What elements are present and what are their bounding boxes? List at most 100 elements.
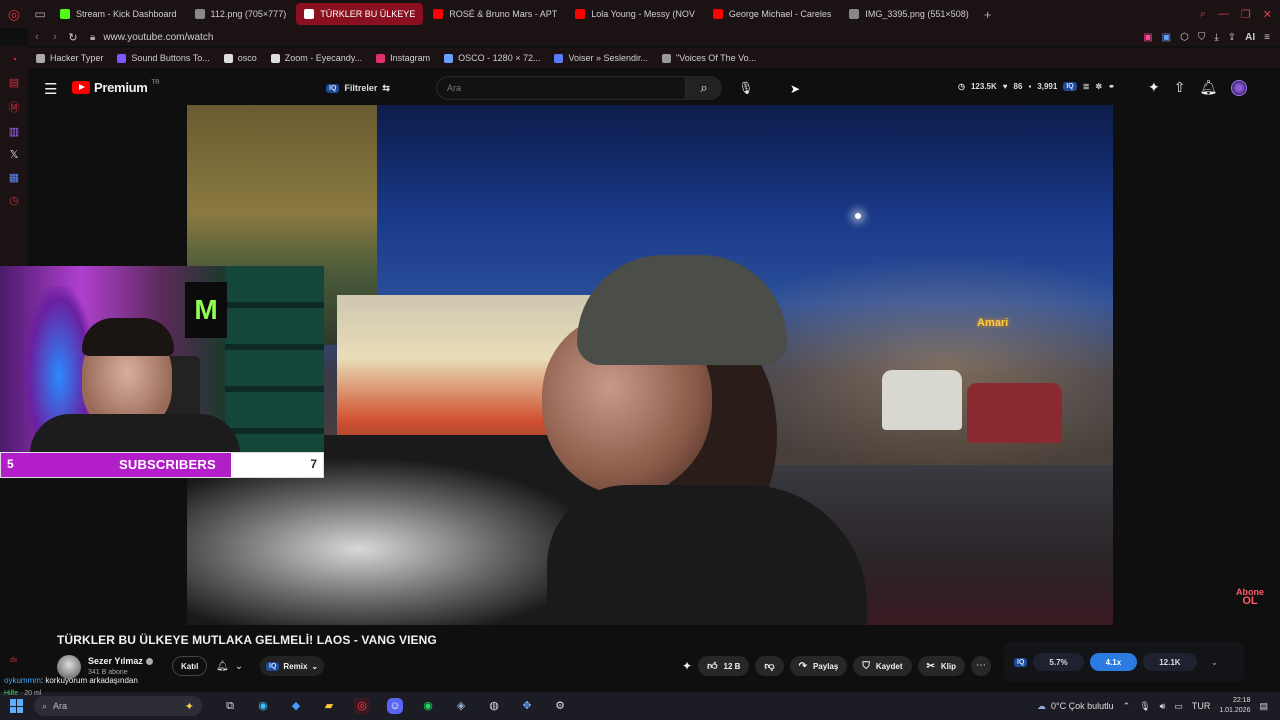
app-game-icon[interactable]: ✥ [519, 698, 535, 714]
tab-label: 112.png (705×777) [210, 9, 287, 19]
video-player[interactable]: Amari [187, 105, 1113, 625]
browser-tab[interactable]: TÜRKLER BU ÜLKEYE [296, 3, 424, 25]
url-field[interactable]: 🔒︎ www.youtube.com/watch [90, 32, 213, 43]
tab-islands-icon[interactable]: ▭ [28, 7, 52, 21]
speaker-icon[interactable]: 🔊︎ [1160, 701, 1166, 712]
bookmark-item[interactable]: Voiser » Seslendir... [554, 53, 648, 63]
channel-name[interactable]: Sezer Yılmaz [88, 656, 153, 666]
ai-button[interactable]: AI [1245, 32, 1255, 43]
bookmark-label: Voiser » Seslendir... [568, 53, 649, 63]
network-icon[interactable]: ▭ [1174, 701, 1183, 712]
remix-button[interactable]: IQ Remix ⌄ [260, 656, 325, 676]
forward-button[interactable]: › [46, 31, 64, 43]
weather-widget[interactable]: ☁ 0°C Çok bulutlu [1037, 701, 1114, 712]
notification-center-icon[interactable]: ▤ [1259, 701, 1268, 712]
bookmark-item[interactable]: Hacker Typer [36, 53, 103, 63]
more-actions-button[interactable]: ⋯ [971, 656, 992, 676]
bookmark-item[interactable]: Sound Buttons To... [117, 53, 210, 63]
browser-tab[interactable]: George Michael - Careles [705, 3, 840, 25]
back-button[interactable]: ‹ [28, 31, 46, 43]
clip-button[interactable]: ✂ Klip [917, 656, 966, 676]
aria-icon[interactable]: ◔ [11, 54, 18, 66]
windows-start-icon[interactable] [10, 699, 24, 713]
tab-label: Stream - Kick Dashboard [76, 9, 177, 19]
maximize-icon[interactable]: ❐ [1241, 8, 1251, 21]
history-icon[interactable]: ◷ [9, 194, 19, 207]
extension-blue-icon[interactable]: ▣ [1162, 32, 1171, 43]
share-icon[interactable]: ⇪ [1228, 32, 1236, 43]
bookmark-item[interactable]: OSCO - 1280 × 72... [444, 53, 540, 63]
steam-icon[interactable]: ◈ [453, 698, 469, 714]
bookmark-label: Instagram [390, 53, 431, 63]
upload-icon[interactable]: ⇧ [1174, 79, 1186, 96]
iq-panel-icon[interactable]: IQ [1014, 657, 1028, 667]
taskbar-search-input[interactable]: ⌕ Ara ✦ [34, 696, 202, 716]
browser-tab[interactable]: IMG_3395.png (551×508) [841, 3, 976, 25]
iq-small-icon[interactable]: IQ [1063, 82, 1077, 91]
search-input[interactable]: Ara [436, 76, 686, 100]
bookmark-item[interactable]: "Voices Of The Vo... [662, 53, 756, 63]
chat-tag: dx [10, 657, 18, 664]
clock[interactable]: 22:18 1.01.2026 [1219, 696, 1250, 716]
download-icon[interactable]: ⤓ [1214, 32, 1218, 43]
browser-tab[interactable]: 112.png (705×777) [187, 3, 295, 25]
youtube-logo[interactable]: Premium TR [72, 80, 160, 95]
subscription-bell-button[interactable]: 🔔︎ ⌄ [210, 656, 249, 676]
hamburger-menu-icon[interactable]: ☰ [44, 80, 57, 98]
reload-button[interactable]: ↻ [64, 31, 82, 44]
join-button[interactable]: Katıl [172, 656, 208, 676]
sparkle-create-icon[interactable]: ✦ [1148, 79, 1160, 96]
taskbar-apps: ⧉ ◉ ◆ ▰ ◎ ☺ ◉ ◈ ◍ ✥ ⚙ [222, 698, 568, 714]
search-button[interactable]: ⌕ [686, 76, 722, 100]
extension-pink-icon[interactable]: ▣ [1143, 32, 1152, 43]
sparkle-icon[interactable]: ✦ [682, 659, 692, 673]
save-button[interactable]: ⛉ Kaydet [853, 656, 912, 676]
bookmark-label: Hacker Typer [50, 53, 104, 63]
edge-icon[interactable]: ◉ [255, 698, 271, 714]
vk-icon[interactable]: ▦ [9, 171, 19, 184]
bug-icon[interactable]: ✲ [1095, 82, 1102, 91]
region-code: TR [151, 79, 160, 86]
link-icon[interactable]: ⚭ [1108, 82, 1115, 91]
filters-button[interactable]: IQ Filtreler ⇆ [320, 78, 396, 98]
search-tabs-icon[interactable]: ⌕ [1200, 8, 1206, 21]
music-icon[interactable]: Ⓜ [9, 99, 20, 115]
like-button[interactable]: 👍︎ 12 B [698, 656, 750, 676]
minimize-icon[interactable]: — [1218, 8, 1229, 21]
app-blue-icon[interactable]: ◆ [288, 698, 304, 714]
list-icon[interactable]: ≣ [1083, 82, 1090, 91]
subscribe-watermark[interactable]: Abone OL [1236, 588, 1264, 607]
twitch-icon[interactable]: ▥ [9, 125, 19, 138]
discord-icon[interactable]: ☺ [387, 698, 403, 714]
bookmark-item[interactable]: osco [223, 53, 257, 63]
settings-icon[interactable]: ⚙ [552, 698, 568, 714]
dislike-button[interactable]: 👎︎ [755, 656, 784, 676]
menu-icon[interactable]: ≡ [1264, 32, 1270, 43]
browser-tab[interactable]: Stream - Kick Dashboard [52, 3, 185, 25]
mic-tray-icon[interactable]: 🎙︎ [1139, 701, 1150, 712]
obs-icon[interactable]: ◍ [486, 698, 502, 714]
file-explorer-icon[interactable]: ▰ [321, 698, 337, 714]
share-button[interactable]: ↷ Paylaş [789, 656, 848, 676]
spotify-icon[interactable]: ◉ [420, 698, 436, 714]
browser-tab[interactable]: ROSÉ & Bruno Mars - APT [425, 3, 565, 25]
task-view-icon[interactable]: ⧉ [222, 698, 238, 714]
opera-logo-icon[interactable]: ◎ [0, 0, 28, 28]
lang-indicator[interactable]: TUR [1192, 701, 1211, 711]
x-icon[interactable]: 𝕏 [10, 148, 19, 161]
close-icon[interactable]: ✕ [1263, 8, 1272, 21]
bookmark-item[interactable]: Instagram [376, 53, 430, 63]
shield-icon[interactable]: ⛉ [1198, 32, 1206, 43]
search-icon: ⌕ [42, 700, 48, 711]
notifications-icon[interactable]: 🔔︎ [1199, 79, 1217, 96]
messenger-icon[interactable]: ▤ [9, 76, 19, 89]
opera-gx-icon[interactable]: ◎ [354, 698, 370, 714]
voice-search-button[interactable]: 🎙︎ [736, 78, 756, 98]
chevron-down-icon[interactable]: ⌄ [1211, 657, 1219, 668]
new-tab-button[interactable]: + [979, 7, 997, 22]
bookmark-item[interactable]: Zoom - Eyecandy... [270, 53, 362, 63]
extensions-icon[interactable]: ⬡ [1180, 32, 1189, 43]
account-avatar[interactable] [1231, 79, 1248, 96]
browser-tab[interactable]: Lola Young - Messy (NOV [567, 3, 703, 25]
chevron-up-icon[interactable]: ⌃ [1123, 701, 1131, 712]
